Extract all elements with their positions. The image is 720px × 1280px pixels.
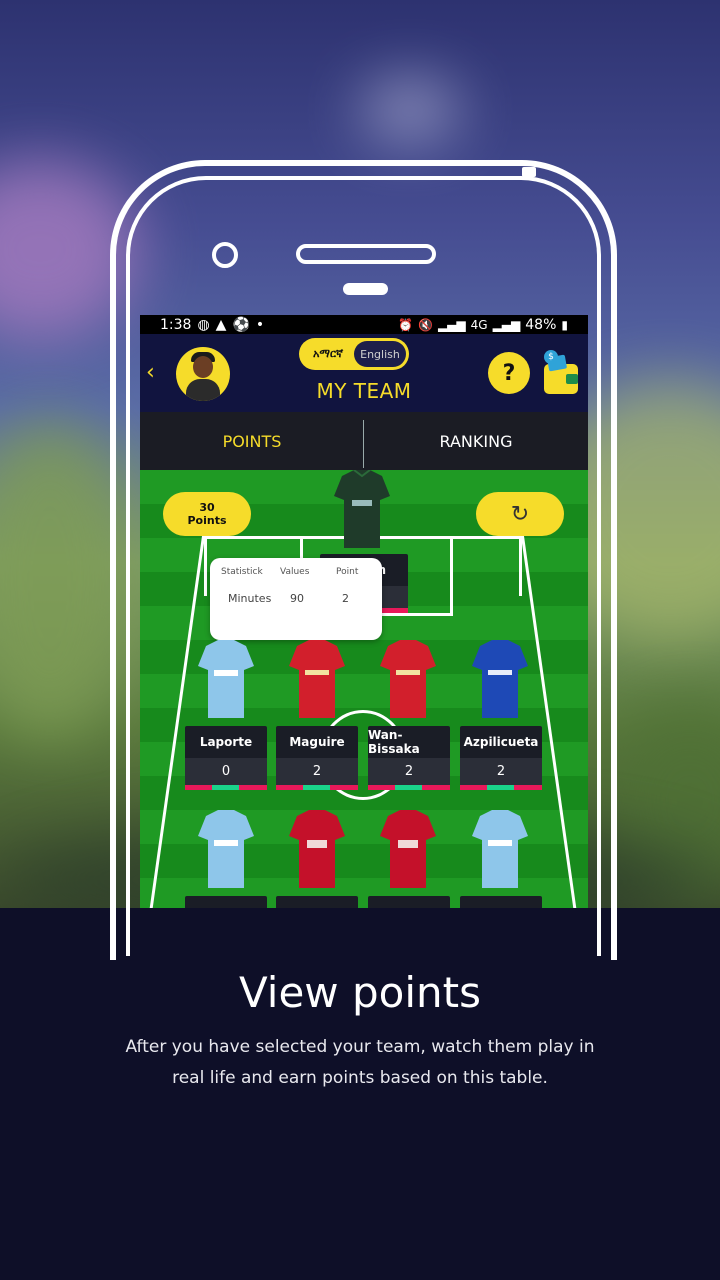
football-pitch: 30 Points ↻ n Statistick Values Point Mi… xyxy=(140,470,588,908)
app-header: ‹ አማርኛ English MY TEAM ? $ xyxy=(140,334,588,412)
goalkeeper-jersey[interactable] xyxy=(334,470,390,548)
4g-icon: 4G xyxy=(470,317,488,332)
midfielder-jersey-2[interactable] xyxy=(289,810,345,888)
player-bar xyxy=(185,785,267,790)
player-score-card: 0 xyxy=(185,758,267,785)
midfielder-jersey-3[interactable] xyxy=(380,810,436,888)
caption-text: After you have selected your team, watch… xyxy=(125,1037,595,1088)
tab-points[interactable]: POINTS xyxy=(140,412,364,470)
lang-option-amharic[interactable]: አማርኛ xyxy=(302,341,354,367)
phone-camera-icon xyxy=(212,242,238,268)
player-bar xyxy=(460,785,542,790)
popup-header-point: Point xyxy=(336,567,359,577)
player-name-maguire: Maguire xyxy=(289,735,345,749)
refresh-icon: ↻ xyxy=(510,501,530,527)
popup-header-statistick: Statistick xyxy=(221,567,263,577)
signal-icon: ▂▄▆ xyxy=(437,317,466,332)
status-bar: 1:38 ◍ ▲ ⚽ • ⏰ 🔇 ▂▄▆ 4G ▂▄▆ 48% ▮ xyxy=(140,315,588,334)
player-points: 2 xyxy=(496,764,506,779)
player-points: 2 xyxy=(312,764,322,779)
tab-divider xyxy=(363,420,364,468)
player-name-wan-bissaka: Wan-Bissaka xyxy=(368,728,420,756)
wallet-icon[interactable] xyxy=(544,354,578,394)
player-points: 0 xyxy=(221,764,231,779)
player-name-card[interactable] xyxy=(368,896,450,908)
player-name-card[interactable]: Wan-Bissaka xyxy=(368,726,450,758)
defender-jersey-4[interactable] xyxy=(472,640,528,718)
popup-stat-name: Minutes xyxy=(228,592,272,605)
player-bar xyxy=(276,785,358,790)
battery-icon: ▮ xyxy=(561,317,568,332)
player-name-card[interactable] xyxy=(460,896,542,908)
points-value: 30 xyxy=(199,501,215,514)
player-points: 2 xyxy=(404,764,414,779)
defender-jersey-3[interactable] xyxy=(380,640,436,718)
points-label: Points xyxy=(187,514,227,527)
language-toggle[interactable]: አማርኛ English xyxy=(299,338,409,370)
help-button[interactable]: ? xyxy=(488,352,530,394)
popup-stat-point: 2 xyxy=(342,592,349,605)
status-time: 1:38 xyxy=(160,316,192,333)
signal-icon: ▂▄▆ xyxy=(492,317,521,332)
player-score-card: 2 xyxy=(460,758,542,785)
mute-icon: 🔇 xyxy=(418,317,433,332)
refresh-button[interactable]: ↻ xyxy=(476,492,564,536)
phone-speaker xyxy=(296,244,436,264)
popup-stat-value: 90 xyxy=(290,592,304,605)
midfielder-jersey-4[interactable] xyxy=(472,810,528,888)
tab-bar: POINTS RANKING xyxy=(140,412,588,470)
coin-icon: $ xyxy=(544,350,558,364)
whatsapp-icon: ◍ xyxy=(197,316,210,333)
tab-ranking[interactable]: RANKING xyxy=(364,412,588,470)
alarm-icon: ⏰ xyxy=(398,317,413,332)
app-screen: 1:38 ◍ ▲ ⚽ • ⏰ 🔇 ▂▄▆ 4G ▂▄▆ 48% ▮ ‹ አማርኛ… xyxy=(140,315,588,908)
defender-jersey-1[interactable] xyxy=(198,640,254,718)
defender-jersey-2[interactable] xyxy=(289,640,345,718)
drive-icon: ▲ xyxy=(215,316,227,333)
player-score-card: 2 xyxy=(276,758,358,785)
lang-option-english[interactable]: English xyxy=(354,341,406,367)
points-badge: 30 Points xyxy=(163,492,251,536)
battery-percent: 48% xyxy=(525,316,557,333)
caption-title: View points xyxy=(238,968,481,1017)
player-name-card[interactable] xyxy=(276,896,358,908)
stats-popup: Statistick Values Point Minutes 90 2 xyxy=(210,558,382,640)
player-name-laporte: Laporte xyxy=(199,735,253,749)
player-score-card: 2 xyxy=(368,758,450,785)
soccer-icon: ⚽ xyxy=(232,316,250,333)
popup-header-values: Values xyxy=(280,567,310,577)
player-name-azpilicueta: Azpilicueta xyxy=(463,735,539,749)
dot-icon: • xyxy=(255,316,265,333)
player-name-card[interactable] xyxy=(185,896,267,908)
player-bar xyxy=(368,785,450,790)
phone-sensor xyxy=(343,283,388,295)
phone-button xyxy=(522,167,536,177)
player-name-card[interactable]: Azpilicueta xyxy=(460,726,542,758)
player-name-card[interactable]: Laporte xyxy=(185,726,267,758)
midfielder-jersey-1[interactable] xyxy=(198,810,254,888)
player-name-card[interactable]: Maguire xyxy=(276,726,358,758)
